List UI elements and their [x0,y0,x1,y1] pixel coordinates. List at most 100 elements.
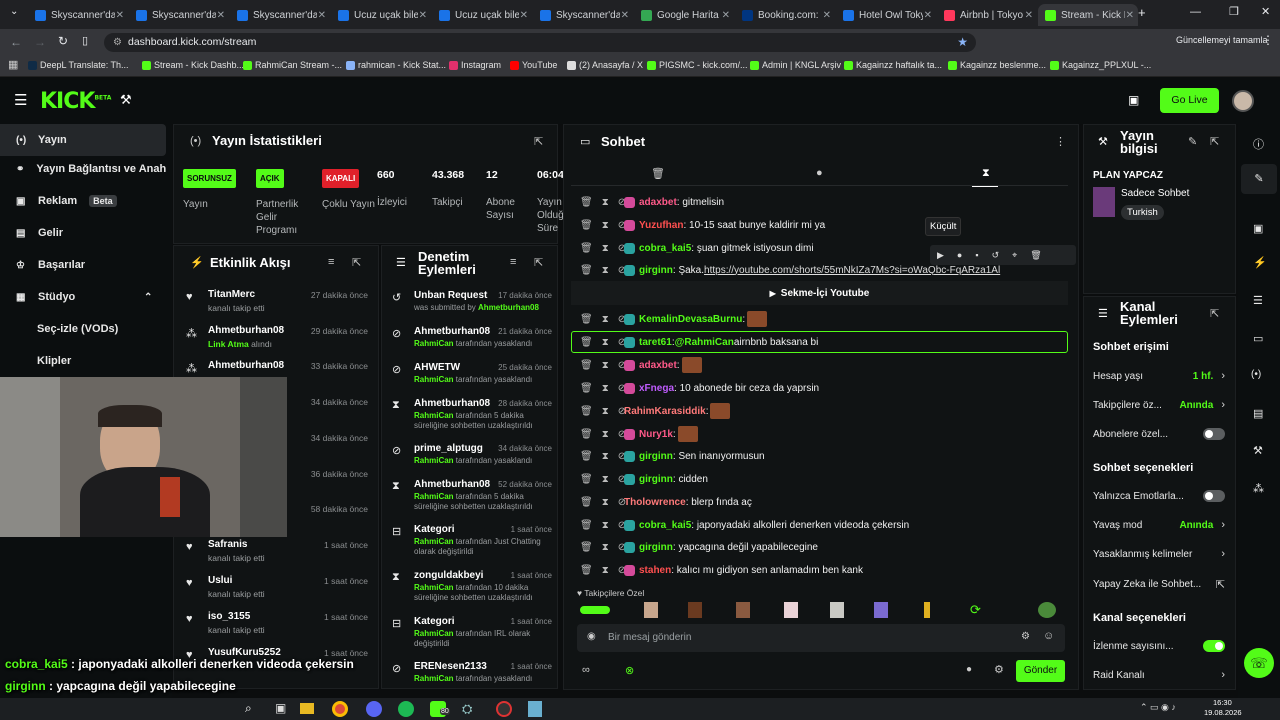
send-button[interactable]: Gönder [1016,660,1065,682]
spotify-icon[interactable] [398,701,414,717]
chevron-right-icon[interactable]: › [1221,669,1225,681]
more-icon[interactable]: ⋮ [1055,135,1066,148]
bookmark-item[interactable]: Kagainzz haftalık ta... [844,60,942,70]
toggle-switch[interactable] [1203,640,1225,652]
steam-icon[interactable]: ⛭ [462,701,472,717]
sidebar-item-klipler[interactable]: Klipler [0,345,166,377]
forward-icon[interactable]: → [34,35,46,49]
sidebar-item-gelir[interactable]: ▤ Gelir [0,217,166,249]
chat-message[interactable]: 🗑 ⧗ ⊘ girginn: yapcagına değil yapabilecegi… [580,537,1064,557]
trash-icon[interactable]: 🗑 [580,197,593,208]
setting-control[interactable]: Anında › [1179,519,1225,531]
hourglass-icon[interactable]: ⧗ [602,314,609,325]
close-icon[interactable]: ✕ [621,10,629,21]
bookmark-item[interactable]: Instagram [449,60,501,70]
bot-icon[interactable]: ⚙ [1021,631,1030,642]
browser-tab[interactable]: Hotel Owl Toky ✕ [836,4,936,26]
sidebar-item-yayin[interactable]: (•) Yayın [0,124,166,156]
bookmark-item[interactable]: RahmiCan Stream -... [243,60,342,70]
chat-message[interactable]: 🗑 ⧗ ⊘ adaxbet: gitmelisin [580,192,1064,212]
delete-icon[interactable]: 🗑 [1030,250,1041,261]
moderation-target[interactable]: Ahmetburhan08 [414,479,498,490]
chevron-right-icon[interactable]: › [1221,519,1225,531]
pin-icon[interactable]: ⌖ [1012,250,1017,261]
trash-icon[interactable]: 🗑 [580,406,593,417]
close-icon[interactable]: ✕ [116,10,124,21]
channel-setting[interactable]: Takipçilere öz... Anında › [1093,399,1225,411]
chat-options-icon[interactable]: ● [966,664,972,675]
event-user[interactable]: Ahmetburhan08 [208,325,308,336]
trash-icon[interactable]: 🗑 [580,542,593,553]
chat-message[interactable]: 🗑 ⧗ ⊘ Nury1k: [580,424,1064,444]
emote[interactable] [580,606,610,614]
moderation-target[interactable]: Ahmetburhan08 [414,326,498,337]
chat-username[interactable]: cobra_kai5 [639,520,691,531]
filter-icon[interactable]: ≡ [328,256,334,268]
toggle-switch[interactable] [1203,490,1225,502]
trash-icon[interactable]: 🗑 [580,265,593,276]
tab-search-icon[interactable]: ⌄ [10,6,18,17]
hourglass-icon[interactable]: ⧗ [602,220,609,231]
points-icon[interactable]: ∞ [582,664,590,676]
bookmark-item[interactable]: Stream - Kick Dashb... [142,60,244,70]
category-name[interactable]: Sadece Sohbet [1121,188,1189,199]
close-icon[interactable]: ✕ [419,10,427,21]
channel-setting[interactable]: Abonelere özel... [1093,428,1225,440]
chat-message[interactable]: 🗑 ⧗ ⊘ KemalinDevasaBurnu: [580,309,1064,329]
discord-icon[interactable] [366,701,382,717]
chat-message[interactable]: 🗑 ⧗ ⊘ Yuzufhan: 10-15 saat bunye kaldirir m… [580,215,1064,235]
close-icon[interactable]: ✕ [1126,10,1134,21]
chat-username[interactable]: stahen [639,565,671,576]
event-user[interactable]: TitanMerc [208,289,308,300]
chat-username[interactable]: Yuzufhan [639,220,683,231]
browser-tab[interactable]: Skyscanner'da ✕ [230,4,330,26]
moderation-target[interactable]: AHWETW [414,362,498,373]
hourglass-icon[interactable]: ⧗ [602,451,609,462]
chat-username[interactable]: adaxbet [639,360,677,371]
box-icon[interactable]: ▤ [1253,407,1263,420]
chrome-icon[interactable] [332,701,348,717]
external-link-icon[interactable]: ⇱ [1216,578,1225,591]
hourglass-icon[interactable]: ⧗ [602,243,609,254]
close-icon[interactable]: ✕ [924,10,932,21]
bookmark-item[interactable]: Kagainzz beslenme... [948,60,1046,70]
hourglass-icon[interactable]: ⧗ [602,429,609,440]
hourglass-icon[interactable]: ⧗ [602,565,609,576]
close-icon[interactable]: ✕ [1025,10,1033,21]
chat-username[interactable]: xFnega [639,383,674,394]
emote[interactable] [924,602,930,618]
address-bar[interactable]: ⚙ dashboard.kick.com/stream ★ [104,33,976,52]
hourglass-icon[interactable]: ⧗ [602,474,609,485]
setting-control[interactable] [1203,640,1225,652]
emote[interactable] [830,602,844,618]
pencil-icon[interactable]: ✎ [1241,164,1277,194]
minimize-window-icon[interactable]: — [1190,6,1201,18]
toggle-switch[interactable] [1203,428,1225,440]
info-icon[interactable]: ⓘ [1253,136,1264,152]
channel-setting[interactable]: Yapay Zeka ile Sohbet... ⇱ [1093,578,1225,591]
update-button[interactable]: Güncellemeyi tamamla [1176,35,1268,45]
chat-icon[interactable]: ▭ [1253,332,1263,345]
chat-username[interactable]: cobra_kai5 [639,243,691,254]
emote[interactable] [644,602,658,618]
support-icon[interactable]: ☏ [1244,648,1274,678]
channel-setting[interactable]: Raid Kanalı › [1093,669,1225,681]
browser-tab[interactable]: Booking.com: I ✕ [735,4,835,26]
emote[interactable] [1038,602,1056,618]
camera-icon[interactable]: ▣ [1128,93,1139,107]
chat-message[interactable]: 🗑 ⧗ ⊘ xFnega: 10 abonede bir ceza da yaprsi… [580,378,1064,398]
menu-icon[interactable]: ⋮ [1262,33,1274,47]
chat-message[interactable]: 🗑 ⧗ ⊘ girginn: Sen inanıyormusun [580,446,1064,466]
search-icon[interactable]: ⌕ [245,701,252,716]
sidebar-item-basarilar[interactable]: ♔ Başarılar [0,249,166,281]
hourglass-icon[interactable]: ⧗ [602,265,609,276]
trash-icon[interactable]: 🗑 [580,497,593,508]
browser-tab[interactable]: Stream - Kick D ✕ [1038,4,1138,26]
avatar[interactable] [1232,90,1254,112]
hammer-icon[interactable]: ⚒ [120,92,132,108]
close-window-icon[interactable]: ✕ [1261,5,1270,18]
trash-icon[interactable]: 🗑 [580,520,593,531]
bookmark-item[interactable]: DeepL Translate: Th... [28,60,129,70]
sidebar-item-baglanti[interactable]: ⚭ Yayın Bağlantısı ve Anahtarı [0,153,166,185]
hourglass-icon[interactable]: ⧗ [602,520,609,531]
